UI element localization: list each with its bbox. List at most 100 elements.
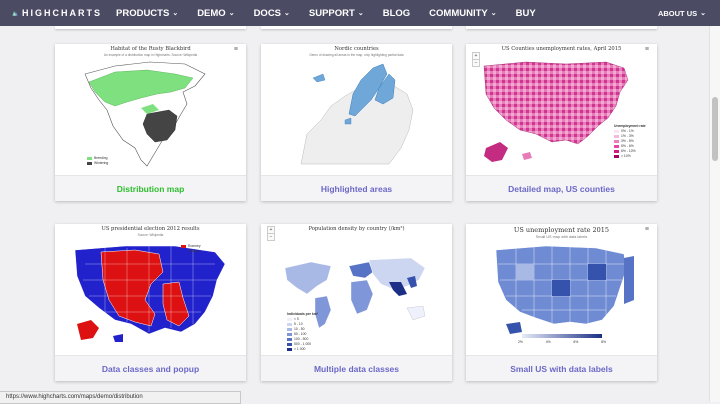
density-legend: Individuals per km² < 55 - 10 10 - 50 50 -…: [287, 312, 318, 352]
demo-card-small-us-data-labels[interactable]: US unemployment rate 2015 Small US map w…: [466, 224, 657, 381]
chevron-down-icon: ⌄: [284, 10, 290, 17]
legend-label: 0% - 1%: [621, 129, 634, 133]
chevron-down-icon: ⌄: [700, 10, 706, 17]
highcharts-logo-icon: [12, 10, 18, 16]
thumbnail-population-density: Population density by country (/km²) + −…: [261, 224, 452, 355]
color-axis-tick-label: 8%: [601, 340, 606, 344]
us-election-map: [74, 245, 226, 342]
europe-map: [300, 63, 414, 165]
nav-item-about-us-label: ABOUT US: [657, 8, 698, 18]
legend-swatch: [287, 322, 292, 326]
legend-swatch: [614, 134, 619, 138]
legend-swatch: [181, 244, 186, 248]
legend-swatch: [287, 332, 292, 336]
legend-label: 500 - 1 000: [294, 342, 312, 346]
demo-card-highlighted-areas[interactable]: Nordic countries Demo of drawing all are…: [261, 44, 452, 201]
color-axis-labels: 2% 4% 6% 8%: [518, 340, 606, 345]
scrollbar-thumb[interactable]: [712, 97, 718, 161]
color-axis-tick-label: 2%: [518, 340, 523, 344]
previous-row-card: [261, 26, 452, 29]
legend-label: 1% - 3%: [621, 134, 634, 138]
thumbnail-rusty-blackbird-habitat: Habitat of the Rusty Blackbird An exampl…: [55, 44, 246, 175]
thumbnail-us-counties-unemployment: US Counties unemployment rates, April 20…: [466, 44, 657, 175]
legend-label: 3% - 5%: [621, 139, 634, 143]
nav-item-label: SUPPORT: [308, 7, 355, 19]
legend-label: 5 - 10: [294, 322, 303, 326]
legend-label: Romney: [188, 244, 201, 248]
card-caption[interactable]: Detailed map, US counties: [466, 175, 657, 201]
legend-swatch: [287, 317, 292, 321]
legend-label: 100 - 500: [294, 337, 309, 341]
legend-label: 5% - 6%: [621, 144, 634, 148]
legend-swatch: [614, 144, 619, 148]
card-caption[interactable]: Data classes and popup: [55, 355, 246, 381]
brand-name: HIGHCHARTS: [22, 8, 102, 18]
legend-swatch: [287, 347, 292, 351]
nav-item-label: BUY: [515, 7, 536, 19]
map-legend: Breeding Wintering: [87, 156, 108, 166]
nav-item-label: BLOG: [382, 7, 411, 19]
nav-item-about-us[interactable]: ABOUT US ⌄: [658, 0, 706, 26]
legend-item-obama[interactable]: Obama: [181, 249, 201, 254]
thumbnail-us-election-2012: US presidential election 2012 results So…: [55, 224, 246, 355]
chevron-down-icon: ⌄: [357, 10, 364, 17]
thumbnail-us-unemployment-2015: US unemployment rate 2015 Small US map w…: [466, 224, 657, 355]
chevron-down-icon: ⌄: [172, 10, 179, 17]
nav-item-label: DOCS: [253, 7, 282, 19]
legend-item-wintering[interactable]: Wintering: [87, 161, 108, 166]
nav-item-label: DEMO: [197, 7, 226, 19]
legend-swatch: [87, 161, 92, 165]
demo-card-us-counties[interactable]: US Counties unemployment rates, April 20…: [466, 44, 657, 201]
chevron-down-icon: ⌄: [228, 10, 235, 17]
demo-card-distribution-map[interactable]: Habitat of the Rusty Blackbird An exampl…: [55, 44, 246, 201]
nav-item-community[interactable]: COMMUNITY ⌄: [429, 8, 496, 19]
card-caption[interactable]: Multiple data classes: [261, 355, 452, 381]
highcharts-logo[interactable]: HIGHCHARTS: [12, 6, 102, 20]
color-axis-tick-label: 6%: [573, 340, 579, 344]
chevron-down-icon: ⌄: [490, 10, 497, 17]
status-bar-link-preview: https://www.highcharts.com/maps/demo/dis…: [0, 391, 241, 404]
previous-row-card: [55, 26, 246, 29]
legend-item[interactable]: > 10%: [614, 154, 646, 159]
nav-item-demo[interactable]: DEMO ⌄: [197, 8, 234, 19]
nav-item-products[interactable]: PRODUCTS ⌄: [116, 8, 178, 19]
previous-row-card: [466, 26, 657, 29]
legend-label: Breeding: [94, 156, 108, 160]
legend-swatch: [287, 342, 292, 346]
north-america-map: [84, 61, 206, 167]
main-menu: PRODUCTS ⌄ DEMO ⌄ DOCS ⌄ SUPPORT ⌄ BLOG COMMUNITY…: [116, 8, 555, 19]
legend-label: Obama: [188, 249, 200, 253]
card-caption[interactable]: Small US with data labels: [466, 355, 657, 381]
legend-label: 6% - 10%: [621, 149, 636, 153]
top-navigation-bar: HIGHCHARTS PRODUCTS ⌄ DEMO ⌄ DOCS ⌄ SUPPORT ⌄ BL…: [0, 0, 720, 26]
demo-gallery: Habitat of the Rusty Blackbird An exampl…: [0, 26, 710, 402]
card-caption[interactable]: Highlighted areas: [261, 175, 452, 201]
legend-label: 50 - 100: [294, 332, 307, 336]
nav-item-buy[interactable]: BUY: [516, 8, 536, 19]
nav-item-blog[interactable]: BLOG: [383, 8, 410, 19]
unemployment-legend: Unemployment rate 0% - 1% 1% - 3% 3% - 5% 5…: [614, 124, 646, 159]
legend-swatch: [181, 249, 186, 253]
legend-swatch: [287, 337, 292, 341]
thumbnail-nordic-countries: Nordic countries Demo of drawing all are…: [261, 44, 452, 175]
color-axis-tick-label: 4%: [545, 340, 551, 344]
demo-card-data-classes-popup[interactable]: US presidential election 2012 results So…: [55, 224, 246, 381]
legend-swatch: [287, 327, 292, 331]
demo-card-multiple-data-classes[interactable]: Population density by country (/km²) + −…: [261, 224, 452, 381]
legend-label: 10 - 50: [294, 327, 305, 331]
legend-swatch: [87, 156, 92, 160]
nav-item-label: COMMUNITY: [429, 7, 488, 19]
legend-swatch: [614, 129, 619, 133]
nav-item-support[interactable]: SUPPORT ⌄: [309, 8, 364, 19]
legend-swatch: [614, 154, 619, 158]
legend-item[interactable]: > 1 000: [287, 347, 318, 352]
election-legend: Romney Obama: [181, 244, 201, 254]
legend-swatch: [614, 149, 619, 153]
nav-item-docs[interactable]: DOCS ⌄: [254, 8, 290, 19]
page-scrollbar[interactable]: [709, 26, 720, 402]
card-caption[interactable]: Distribution map: [55, 175, 246, 201]
legend-label: > 1 000: [294, 347, 306, 351]
legend-label: > 10%: [621, 154, 631, 158]
legend-label: < 5: [294, 317, 299, 321]
legend-label: Wintering: [94, 161, 109, 165]
